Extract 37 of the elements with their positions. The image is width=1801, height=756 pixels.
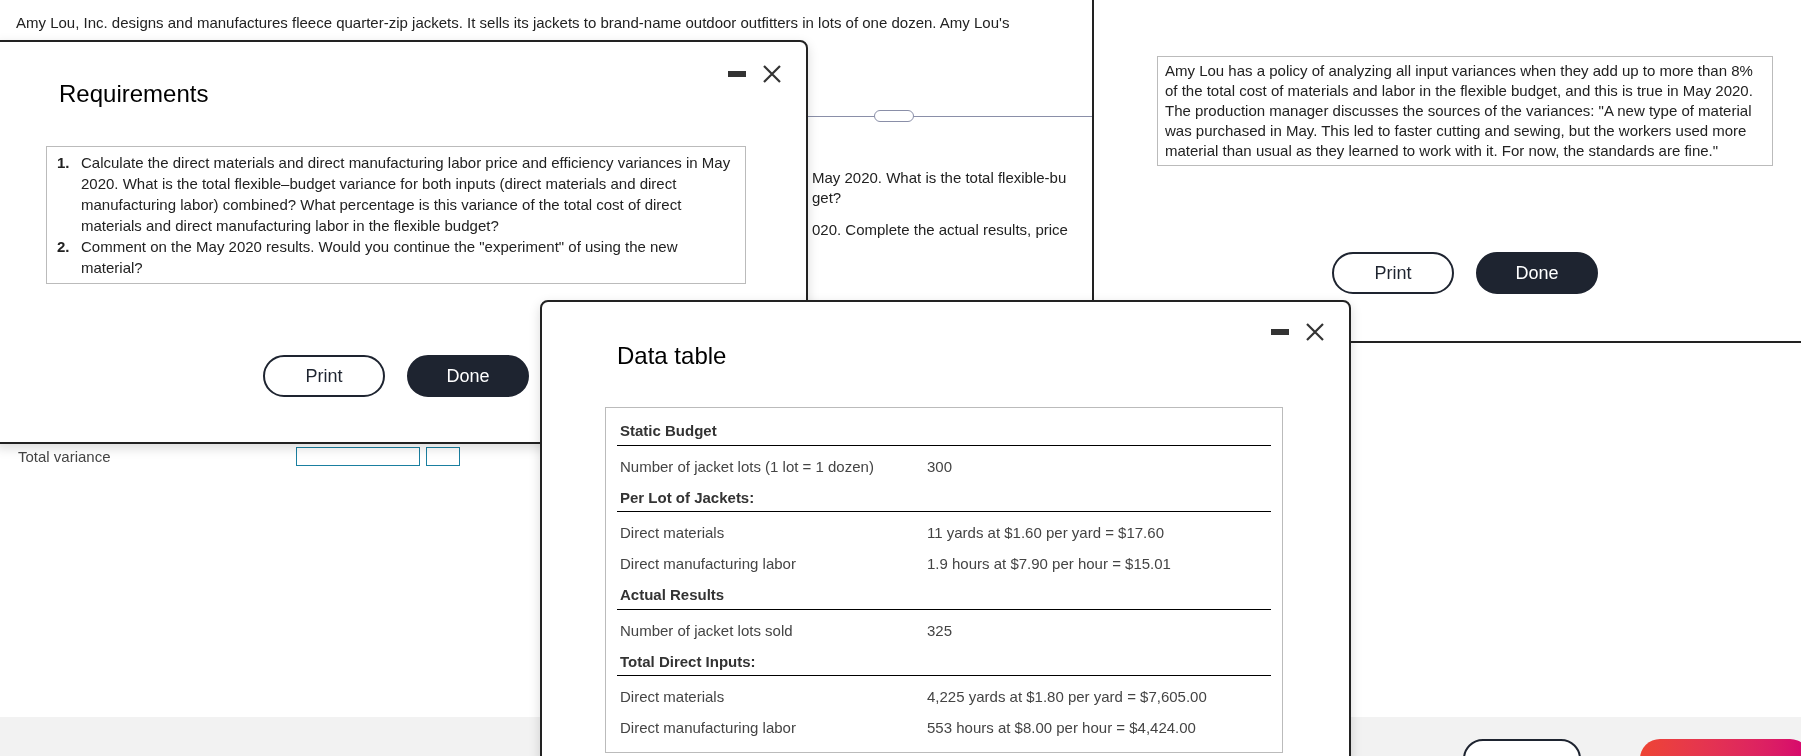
section-heading: Per Lot of Jackets: xyxy=(617,486,1271,512)
requirement-text: Comment on the May 2020 results. Would you continue the "experiment" of using the new material? xyxy=(81,237,679,278)
row-value: 553 hours at $8.00 per hour = $4,424.00 xyxy=(927,718,1196,738)
question-fragment: May 2020. What is the total flexible-bu xyxy=(812,168,1068,188)
row-label: Direct materials xyxy=(620,687,726,707)
row-value: 4,225 yards at $1.80 per yard = $7,605.00 xyxy=(927,687,1207,707)
row-value: 300 xyxy=(927,456,953,477)
input-field[interactable] xyxy=(296,447,420,466)
row-label: Direct materials xyxy=(620,523,726,543)
row-label: Direct manufacturing labor xyxy=(620,554,797,574)
requirement-text: Calculate the direct materials and direct manufacturing labor price and efficiency variances in May 2020. What is the total flexible–budget variance for both inputs (direct materials and direct manufacturing labor) combined? What percentage is this variance of the total cost of direct materials and direct manufacturing labor in the flexible budget? xyxy=(81,153,732,236)
item-number: 1. xyxy=(57,153,71,173)
item-number: 2. xyxy=(57,237,71,257)
done-button[interactable]: Done xyxy=(1476,252,1598,294)
print-button[interactable]: Print xyxy=(263,355,385,397)
close-icon[interactable] xyxy=(1305,322,1325,342)
print-button[interactable]: Print xyxy=(1332,252,1454,294)
question-fragment: 020. Complete the actual results, price xyxy=(812,220,1068,240)
dialog-title: Data table xyxy=(617,341,727,371)
section-heading: Static Budget xyxy=(617,420,1271,446)
section-heading: Total Direct Inputs: xyxy=(617,650,1271,676)
question-fragment: get? xyxy=(812,188,843,208)
input-field[interactable] xyxy=(426,447,460,466)
row-value: 325 xyxy=(927,620,953,641)
section-heading: Actual Results xyxy=(617,584,1271,610)
dialog-title: Requirements xyxy=(59,79,209,109)
done-button[interactable]: Done xyxy=(407,355,529,397)
expand-handle[interactable] xyxy=(874,110,914,122)
row-value: 11 yards at $1.60 per yard = $17.60 xyxy=(927,523,1164,543)
info-text: Amy Lou has a policy of analyzing all input variances when they add up to more than 8% of the total cost of materials and labor in the flexible budget, and this is true in May 2020. The production manager discusses the sources of the variances: "A new type of material was purchased in May. This led to faster cutting and sewing, but the workers used more material than usual as they learned to work with it. For now, the standards are fine." xyxy=(1157,56,1773,166)
row-value: 1.9 hours at $7.90 per hour = $15.01 xyxy=(927,554,1171,574)
question-text: Amy Lou, Inc. designs and manufactures fleece quarter-zip jackets. It sells its jackets to brand-name outdoor outfitters in lots of one dozen. Amy Lou's xyxy=(16,13,1010,33)
row-label: Direct manufacturing labor xyxy=(620,718,797,738)
row-label: Number of jacket lots (1 lot = 1 dozen) xyxy=(620,456,875,477)
close-icon[interactable] xyxy=(762,64,782,84)
row-label: Number of jacket lots sold xyxy=(620,620,794,641)
total-variance-label: Total variance xyxy=(18,447,111,467)
